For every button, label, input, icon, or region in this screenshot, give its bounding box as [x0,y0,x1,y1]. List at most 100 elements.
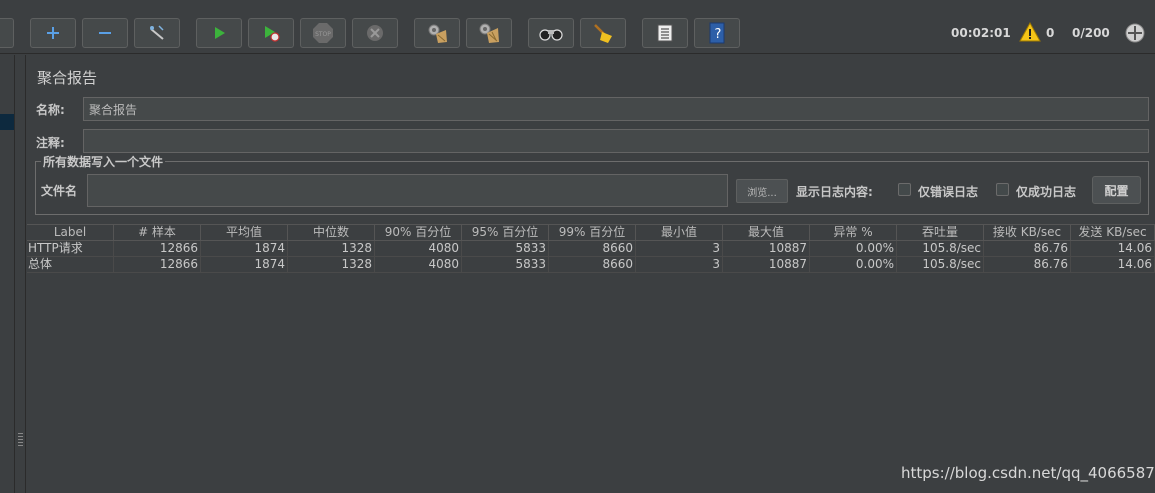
wand-icon [147,23,167,43]
table-cell: 14.06 [1071,257,1155,272]
remote-status-icon[interactable] [1124,22,1146,48]
help-book-icon: ? [707,22,727,44]
table-cell: 105.8/sec [897,241,984,256]
table-cell: 8660 [549,241,636,256]
split-pane-divider[interactable] [16,55,26,493]
splitter-grip[interactable] [18,433,23,447]
search-button[interactable] [528,18,574,48]
success-only-checkbox[interactable] [996,183,1009,196]
thread-count: 0/200 [1072,26,1110,40]
column-header[interactable]: 平均值 [201,225,288,240]
column-header[interactable]: # 样本 [114,225,201,240]
remove-button[interactable] [82,18,128,48]
toggle-button[interactable] [134,18,180,48]
table-cell: 4080 [375,241,462,256]
write-to-file-group: 所有数据写入一个文件 文件名 浏览... 显示日志内容: 仅错误日志 仅成功日志… [35,153,1149,215]
test-plan-tree[interactable] [0,55,15,493]
broom-gear-all-icon [478,22,500,44]
plus-icon [45,25,61,41]
column-header[interactable]: 吞吐量 [897,225,984,240]
table-cell: 8660 [549,257,636,272]
warning-icon[interactable] [1019,21,1041,46]
comment-label: 注释: [36,136,65,150]
function-helper-button[interactable] [642,18,688,48]
filename-field[interactable] [87,174,728,207]
errors-only-label[interactable]: 仅错误日志 [918,183,978,200]
table-header: Label # 样本 平均值 中位数 90% 百分位 95% 百分位 99% 百分位 最小值最… [27,224,1155,241]
column-header[interactable]: 异常 % [810,225,897,240]
help-button[interactable]: ? [694,18,740,48]
play-icon [211,25,227,41]
toolbar-overflow-button[interactable] [0,18,14,48]
table-cell: 3 [636,241,723,256]
tree-selected-node[interactable] [0,114,14,130]
play-timer-icon [262,24,280,42]
watermark: https://blog.csdn.net/qq_40665874 [901,464,1155,482]
broom-icon [592,22,614,44]
table-cell: 10887 [723,241,810,256]
success-only-label[interactable]: 仅成功日志 [1016,183,1076,200]
errors-only-checkbox[interactable] [898,183,911,196]
column-header[interactable]: Label [27,225,114,240]
browse-button[interactable]: 浏览... [736,179,788,203]
table-cell: 5833 [462,257,549,272]
table-cell: 86.76 [984,241,1071,256]
table-cell: 10887 [723,257,810,272]
start-no-pauses-button[interactable] [248,18,294,48]
table-row[interactable]: 总体 12866 1874 1328 4080 5833 8660 3 10887 0.00% 10… [27,257,1155,273]
table-cell: 14.06 [1071,241,1155,256]
table-cell: HTTP请求 [27,241,114,256]
log-content-label: 显示日志内容: [796,185,873,199]
column-header[interactable]: 发送 KB/sec [1071,225,1155,240]
toolbar: STOP ? 00:02:01 0 0/200 [0,0,1155,54]
broom-gear-icon [426,22,448,44]
table-cell: 12866 [114,241,201,256]
results-table: Label # 样本 平均值 中位数 90% 百分位 95% 百分位 99% 百分位 最小值最… [27,224,1155,273]
table-cell: 1874 [201,257,288,272]
configure-button[interactable]: 配置 [1092,176,1141,204]
filename-label: 文件名 [41,184,78,198]
table-cell: 0.00% [810,241,897,256]
table-cell: 0.00% [810,257,897,272]
svg-text:?: ? [715,27,722,42]
stop-button[interactable]: STOP [300,18,346,48]
shutdown-icon [365,23,385,43]
aggregate-report-panel: 聚合报告 名称: 聚合报告 注释: 所有数据写入一个文件 文件名 浏览... 显… [27,55,1155,493]
table-cell: 12866 [114,257,201,272]
warning-count: 0 [1046,26,1055,40]
name-label: 名称: [36,103,65,117]
clear-all-button[interactable] [466,18,512,48]
table-body: HTTP请求 12866 1874 1328 4080 5833 8660 3 10887 0.0… [27,241,1155,273]
table-cell: 5833 [462,241,549,256]
table-cell: 总体 [27,257,114,272]
column-header[interactable]: 99% 百分位 [549,225,636,240]
svg-text:STOP: STOP [315,31,331,38]
minus-icon [97,25,113,41]
file-group-title: 所有数据写入一个文件 [41,153,166,170]
list-icon [655,23,675,43]
column-header[interactable]: 最大值 [723,225,810,240]
column-header[interactable]: 中位数 [288,225,375,240]
comment-field[interactable] [83,129,1149,153]
column-header[interactable]: 接收 KB/sec [984,225,1071,240]
clear-button[interactable] [414,18,460,48]
start-button[interactable] [196,18,242,48]
table-row[interactable]: HTTP请求 12866 1874 1328 4080 5833 8660 3 10887 0.0… [27,241,1155,257]
column-header[interactable]: 95% 百分位 [462,225,549,240]
name-field[interactable]: 聚合报告 [83,97,1149,121]
table-cell: 3 [636,257,723,272]
table-cell: 1328 [288,257,375,272]
column-header[interactable]: 90% 百分位 [375,225,462,240]
table-cell: 105.8/sec [897,257,984,272]
table-cell: 4080 [375,257,462,272]
stop-icon: STOP [312,22,334,44]
column-header[interactable]: 最小值 [636,225,723,240]
page-title: 聚合报告 [37,69,98,87]
add-button[interactable] [30,18,76,48]
table-cell: 86.76 [984,257,1071,272]
table-cell: 1874 [201,241,288,256]
binoculars-icon [539,25,563,41]
reset-search-button[interactable] [580,18,626,48]
shutdown-button[interactable] [352,18,398,48]
elapsed-time: 00:02:01 [951,26,1011,40]
